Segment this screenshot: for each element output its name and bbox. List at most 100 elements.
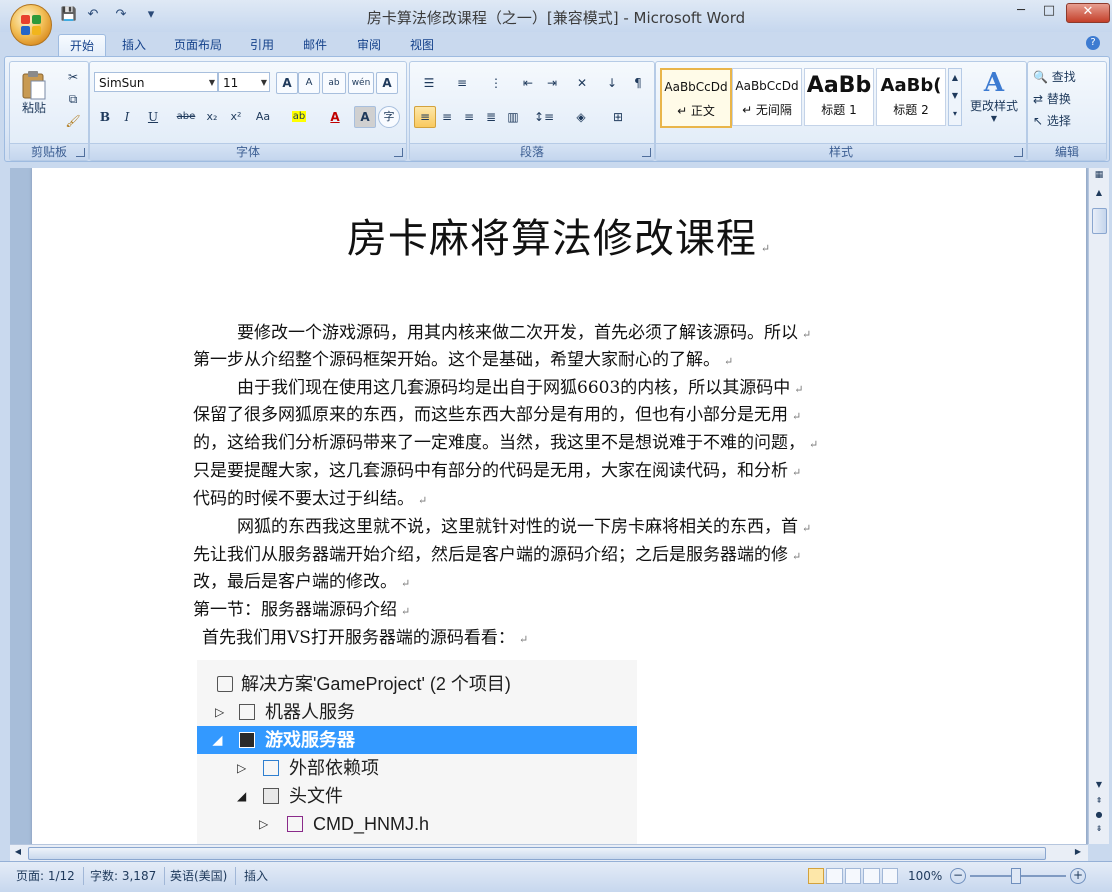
select-button[interactable]: ↖ 选择	[1032, 110, 1102, 132]
styles-launcher-icon[interactable]	[1014, 148, 1023, 157]
align-left-icon[interactable]: ≡	[414, 106, 436, 128]
enclose-characters-button[interactable]: 字	[378, 106, 400, 128]
clear-format-button[interactable]: ab	[322, 72, 346, 94]
font-size-combo[interactable]: 11 ▼	[218, 72, 270, 92]
full-screen-reading-icon[interactable]	[826, 868, 843, 884]
document-page[interactable]: 房卡麻将算法修改课程 ↵ 要修改一个游戏源码，用其内核来做二次开发，首先必须了解该…	[32, 168, 1086, 844]
font-launcher-icon[interactable]	[394, 148, 403, 157]
web-layout-icon[interactable]	[844, 868, 862, 884]
vertical-scrollbar[interactable]: ▦ ▲ ▼ ⇞ ● ⇟	[1088, 168, 1109, 844]
tab-home[interactable]: 开始	[58, 34, 106, 57]
close-button[interactable]: ✕	[1066, 3, 1110, 23]
change-case-button[interactable]: Aa	[248, 106, 278, 128]
insert-mode[interactable]: 插入	[244, 867, 276, 885]
copy-icon[interactable]: ⧉	[62, 88, 84, 110]
style-heading-2[interactable]: AaBb( 标题 2	[876, 68, 946, 126]
style-heading-1[interactable]: AaBb 标题 1	[804, 68, 874, 126]
paragraph-mark-icon: ↵	[418, 494, 428, 507]
italic-label: I	[124, 110, 130, 124]
vertical-scroll-thumb[interactable]	[1092, 208, 1107, 234]
shading-icon[interactable]: ◈	[564, 106, 598, 128]
multilevel-list-icon[interactable]: ⋮	[480, 72, 512, 94]
underline-button[interactable]: U	[138, 106, 168, 128]
next-page-icon[interactable]: ⇟	[1092, 824, 1106, 836]
superscript-label: x²	[230, 110, 242, 123]
previous-page-icon[interactable]: ⇞	[1092, 796, 1106, 808]
zoom-slider-thumb[interactable]	[1011, 868, 1021, 884]
page-count[interactable]: 页面: 1/12	[16, 867, 84, 885]
bold-button[interactable]: B	[94, 106, 116, 128]
draft-view-icon[interactable]	[881, 868, 899, 884]
character-shading-button[interactable]: A	[354, 106, 376, 128]
phonetic-guide-button[interactable]: wén	[348, 72, 374, 94]
expand-icon: ▷	[215, 705, 225, 719]
paragraph-launcher-icon[interactable]	[642, 148, 651, 157]
chevron-down-icon: ▼	[260, 78, 267, 87]
find-button[interactable]: 🔍 查找	[1032, 66, 1102, 88]
increase-indent-icon[interactable]: ⇥	[540, 72, 564, 94]
borders-icon[interactable]: ⊞	[600, 106, 636, 128]
decrease-indent-icon[interactable]: ⇤	[516, 72, 540, 94]
scroll-right-icon[interactable]: ▶	[1072, 847, 1084, 859]
strikethrough-button[interactable]: abe	[172, 106, 200, 128]
distribute-icon[interactable]: ▥	[502, 106, 524, 128]
paste-button[interactable]: 粘贴	[16, 66, 52, 128]
tree-item-label: 机器人服务	[265, 702, 355, 722]
scroll-left-icon[interactable]: ◀	[12, 847, 24, 859]
justify-icon[interactable]: ≣	[480, 106, 502, 128]
chevron-down-icon: ▼	[990, 114, 998, 123]
format-painter-icon[interactable]: 🖌	[62, 110, 84, 132]
change-styles-button[interactable]: A 更改样式 ▼	[964, 66, 1024, 140]
highlight-button[interactable]: ab	[282, 106, 316, 128]
doc-line: 第一步从介绍整个源码框架开始。这个是基础，希望大家耐心的了解。 ↵	[193, 345, 733, 370]
maximize-button[interactable]: □	[1036, 3, 1062, 21]
show-marks-icon[interactable]: ¶	[626, 72, 650, 94]
styles-scroll[interactable]: ▲ ▼ ▾	[948, 68, 962, 126]
grow-font-button[interactable]: A	[276, 72, 298, 94]
tab-page-layout[interactable]: 页面布局	[164, 34, 232, 56]
tab-view[interactable]: 视图	[400, 34, 444, 56]
ruler-toggle-icon[interactable]: ▦	[1092, 170, 1106, 184]
horizontal-scrollbar[interactable]: ◀ ▶	[10, 844, 1088, 861]
zoom-in-icon[interactable]: +	[1070, 868, 1086, 884]
tab-references[interactable]: 引用	[240, 34, 284, 56]
font-name-combo[interactable]: SimSun ▼	[94, 72, 218, 92]
print-layout-icon[interactable]	[808, 868, 825, 884]
zoom-level[interactable]: 100%	[908, 867, 942, 885]
scroll-down-icon[interactable]: ▼	[1092, 780, 1106, 792]
cut-icon[interactable]: ✂	[62, 66, 84, 88]
language-indicator[interactable]: 英语(美国)	[170, 867, 237, 885]
tab-insert[interactable]: 插入	[112, 34, 156, 56]
numbering-icon[interactable]: ≡	[446, 72, 478, 94]
style-normal[interactable]: AaBbCcDd ↵ 正文	[660, 68, 732, 128]
replace-button[interactable]: ⇄ 替换	[1032, 88, 1102, 110]
character-border-button[interactable]: A	[376, 72, 398, 94]
office-button[interactable]	[10, 4, 52, 46]
align-center-icon[interactable]: ≡	[436, 106, 458, 128]
shrink-font-button[interactable]: A	[298, 72, 320, 94]
subscript-button[interactable]: x₂	[200, 106, 224, 128]
font-color-button[interactable]: A	[318, 106, 352, 128]
bullets-icon[interactable]: ☰	[414, 72, 444, 94]
tab-mailings[interactable]: 邮件	[292, 34, 338, 56]
find-icon: 🔍	[1033, 70, 1048, 84]
help-icon[interactable]: ?	[1086, 36, 1100, 50]
align-right-icon[interactable]: ≡	[458, 106, 480, 128]
tab-review[interactable]: 审阅	[346, 34, 392, 56]
chinese-layout-icon[interactable]: ✕	[566, 72, 598, 94]
sort-icon[interactable]: ↓	[600, 72, 624, 94]
line-spacing-icon[interactable]: ↕≡	[528, 106, 560, 128]
minimize-button[interactable]: ─	[1008, 3, 1034, 21]
browse-object-icon[interactable]: ●	[1092, 810, 1106, 822]
zoom-out-icon[interactable]: −	[950, 868, 966, 884]
style-no-spacing[interactable]: AaBbCcDd ↵ 无间隔	[732, 68, 802, 126]
italic-button[interactable]: I	[116, 106, 138, 128]
clipboard-launcher-icon[interactable]	[76, 148, 85, 157]
scroll-up-icon[interactable]: ▲	[1092, 188, 1106, 200]
horizontal-scroll-thumb[interactable]	[28, 847, 1046, 860]
editing-group: 🔍 查找 ⇄ 替换 ↖ 选择 编辑	[1027, 61, 1107, 161]
word-count[interactable]: 字数: 3,187	[90, 867, 166, 885]
outline-view-icon[interactable]	[863, 868, 880, 884]
doc-line: 保留了很多网狐原来的东西，而这些东西大部分是有用的，但也有小部分是无用 ↵	[193, 400, 801, 425]
superscript-button[interactable]: x²	[224, 106, 248, 128]
